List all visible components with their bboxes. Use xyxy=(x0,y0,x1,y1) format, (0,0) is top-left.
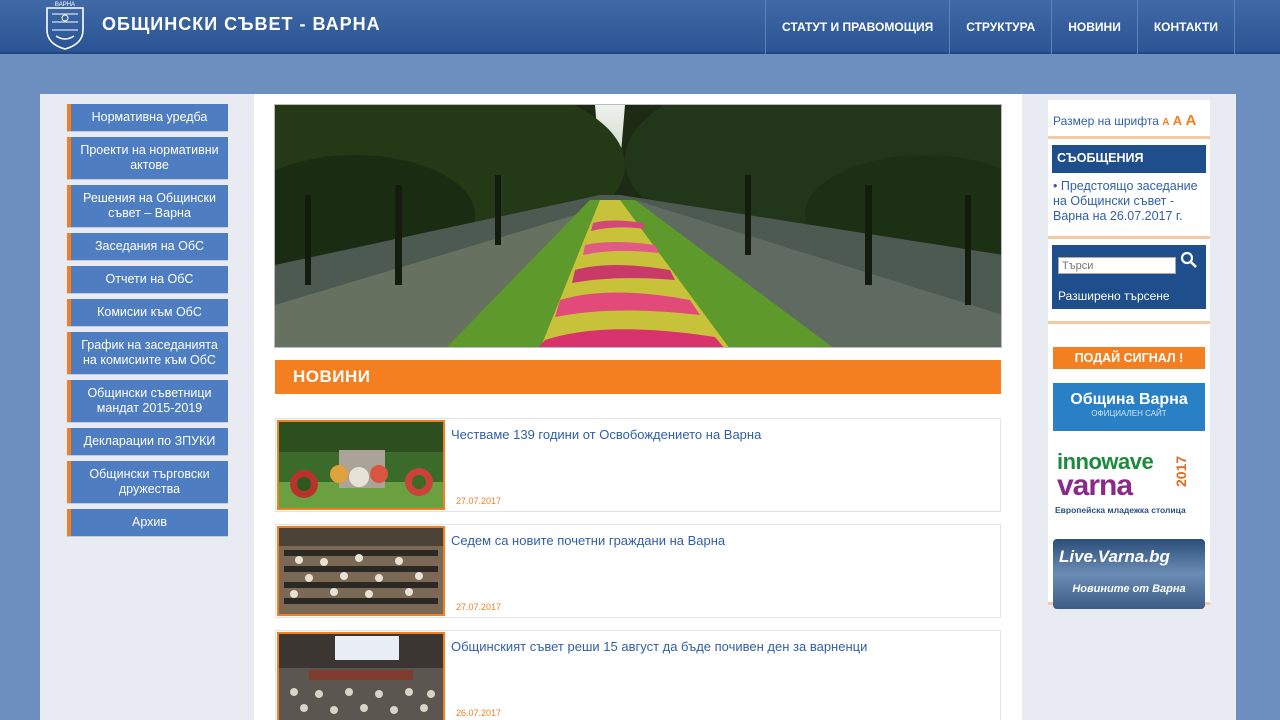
menu-item-archive[interactable]: Архив xyxy=(67,509,228,536)
news-title[interactable]: Общинският съвет реши 15 август да бъде … xyxy=(451,639,867,654)
news-date: 27.07.2017 xyxy=(456,496,502,506)
messages-box: СЪОБЩЕНИЯ • Предстоящо заседание на Общи… xyxy=(1048,141,1210,234)
font-size-small-button[interactable]: A xyxy=(1162,117,1169,128)
nav-news[interactable]: НОВИНИ xyxy=(1051,0,1137,54)
innowave-subtitle: Европейска младежка столица xyxy=(1055,505,1186,515)
obshtina-banner-title: Община Варна xyxy=(1070,391,1188,408)
varna-coat-of-arms-logo[interactable]: ВАРНА xyxy=(42,0,88,50)
news-title[interactable]: Честваме 139 години от Освобождението на… xyxy=(451,427,761,442)
obshtina-banner-subtitle: ОФИЦИАЛЕН САЙТ xyxy=(1091,409,1167,418)
news-date: 26.07.2017 xyxy=(456,708,502,718)
submit-signal-button[interactable]: ПОДАЙ СИГНАЛ ! xyxy=(1053,347,1205,369)
menu-item-commissions[interactable]: Комисии към ОбС xyxy=(67,299,228,326)
news-section-heading: НОВИНИ xyxy=(275,360,1001,394)
park-alley-banner-image xyxy=(274,104,1002,348)
innowave-varna-word: varna xyxy=(1057,469,1133,502)
nav-statute[interactable]: СТАТУТ И ПРАВОМОЩИЯ xyxy=(765,0,949,54)
font-size-large-button[interactable]: A xyxy=(1186,112,1197,129)
menu-item-companies[interactable]: Общински търговски дружества xyxy=(67,461,228,503)
menu-item-sessions[interactable]: Заседания на ОбС xyxy=(67,233,228,260)
news-title[interactable]: Седем са новите почетни граждани на Варн… xyxy=(451,533,725,548)
news-thumbnail-wreaths[interactable] xyxy=(277,420,445,510)
news-date: 27.07.2017 xyxy=(456,602,502,612)
news-item[interactable]: Общинският съвет реши 15 август да бъде … xyxy=(275,630,1001,720)
nav-contacts[interactable]: КОНТАКТИ xyxy=(1136,0,1235,54)
news-item[interactable]: Седем са новите почетни граждани на Варн… xyxy=(275,524,1001,618)
right-column: Размер на шрифта A A A СЪОБЩЕНИЯ • Предс… xyxy=(1048,100,1210,609)
right-panel: Размер на шрифта A A A СЪОБЩЕНИЯ • Предс… xyxy=(1048,100,1210,321)
search-input[interactable] xyxy=(1058,257,1176,274)
font-size-medium-button[interactable]: A xyxy=(1173,113,1182,128)
top-nav: СТАТУТ И ПРАВОМОЩИЯ СТРУКТУРА НОВИНИ КОН… xyxy=(765,0,1235,54)
innowave-varna-banner[interactable]: innowave varna 2017 Европейска младежка … xyxy=(1053,447,1205,523)
font-size-label: Размер на шрифта xyxy=(1053,114,1159,128)
main-container: Нормативна уредба Проекти на нормативни … xyxy=(40,94,1236,720)
right-banners: ПОДАЙ СИГНАЛ ! Община Варна ОФИЦИАЛЕН СА… xyxy=(1048,324,1210,609)
menu-item-draft-acts[interactable]: Проекти на нормативни актове xyxy=(67,137,228,179)
header: ВАРНА ОБЩИНСКИ СЪВЕТ - ВАРНА СТАТУТ И ПР… xyxy=(0,0,1280,54)
center-column: НОВИНИ Честваме 139 години от Освобожден… xyxy=(254,94,1022,720)
menu-item-regulations[interactable]: Нормативна уредба xyxy=(67,104,228,131)
divider xyxy=(1048,236,1210,239)
news-thumbnail-session[interactable] xyxy=(277,632,445,720)
divider xyxy=(1048,136,1210,139)
news-list: Честваме 139 години от Освобождението на… xyxy=(275,418,1001,720)
message-link[interactable]: • Предстоящо заседание на Общински съвет… xyxy=(1052,173,1206,230)
nav-structure[interactable]: СТРУКТУРА xyxy=(949,0,1051,54)
messages-heading: СЪОБЩЕНИЯ xyxy=(1052,145,1206,173)
menu-item-councillors[interactable]: Общински съветници мандат 2015-2019 xyxy=(67,380,228,422)
search-icon[interactable] xyxy=(1180,251,1198,269)
obshtina-varna-banner[interactable]: Община Варна ОФИЦИАЛЕН САЙТ xyxy=(1053,383,1205,431)
left-menu: Нормативна уредба Проекти на нормативни … xyxy=(67,104,228,542)
site-title[interactable]: ОБЩИНСКИ СЪВЕТ - ВАРНА xyxy=(102,14,381,35)
news-thumbnail-council-hall[interactable] xyxy=(277,526,445,616)
menu-item-decisions[interactable]: Решения на Общински съвет – Варна xyxy=(67,185,228,227)
live-varna-banner[interactable]: Live.Varna.bg Новините от Варна xyxy=(1053,539,1205,609)
live-banner-subtitle: Новините от Варна xyxy=(1072,583,1186,595)
menu-item-declarations[interactable]: Декларации по ЗПУКИ xyxy=(67,428,228,455)
advanced-search-link[interactable]: Разширено търсене xyxy=(1058,289,1170,303)
menu-item-reports[interactable]: Отчети на ОбС xyxy=(67,266,228,293)
search-box: Разширено търсене xyxy=(1052,245,1206,309)
logo-text: ВАРНА xyxy=(55,2,75,8)
innowave-year: 2017 xyxy=(1173,455,1189,487)
live-banner-title: Live.Varna.bg xyxy=(1059,547,1170,566)
font-size-control: Размер на шрифта A A A xyxy=(1048,100,1210,134)
menu-item-commission-schedule[interactable]: График на заседанията на комисиите към О… xyxy=(67,332,228,374)
news-item[interactable]: Честваме 139 години от Освобождението на… xyxy=(275,418,1001,512)
